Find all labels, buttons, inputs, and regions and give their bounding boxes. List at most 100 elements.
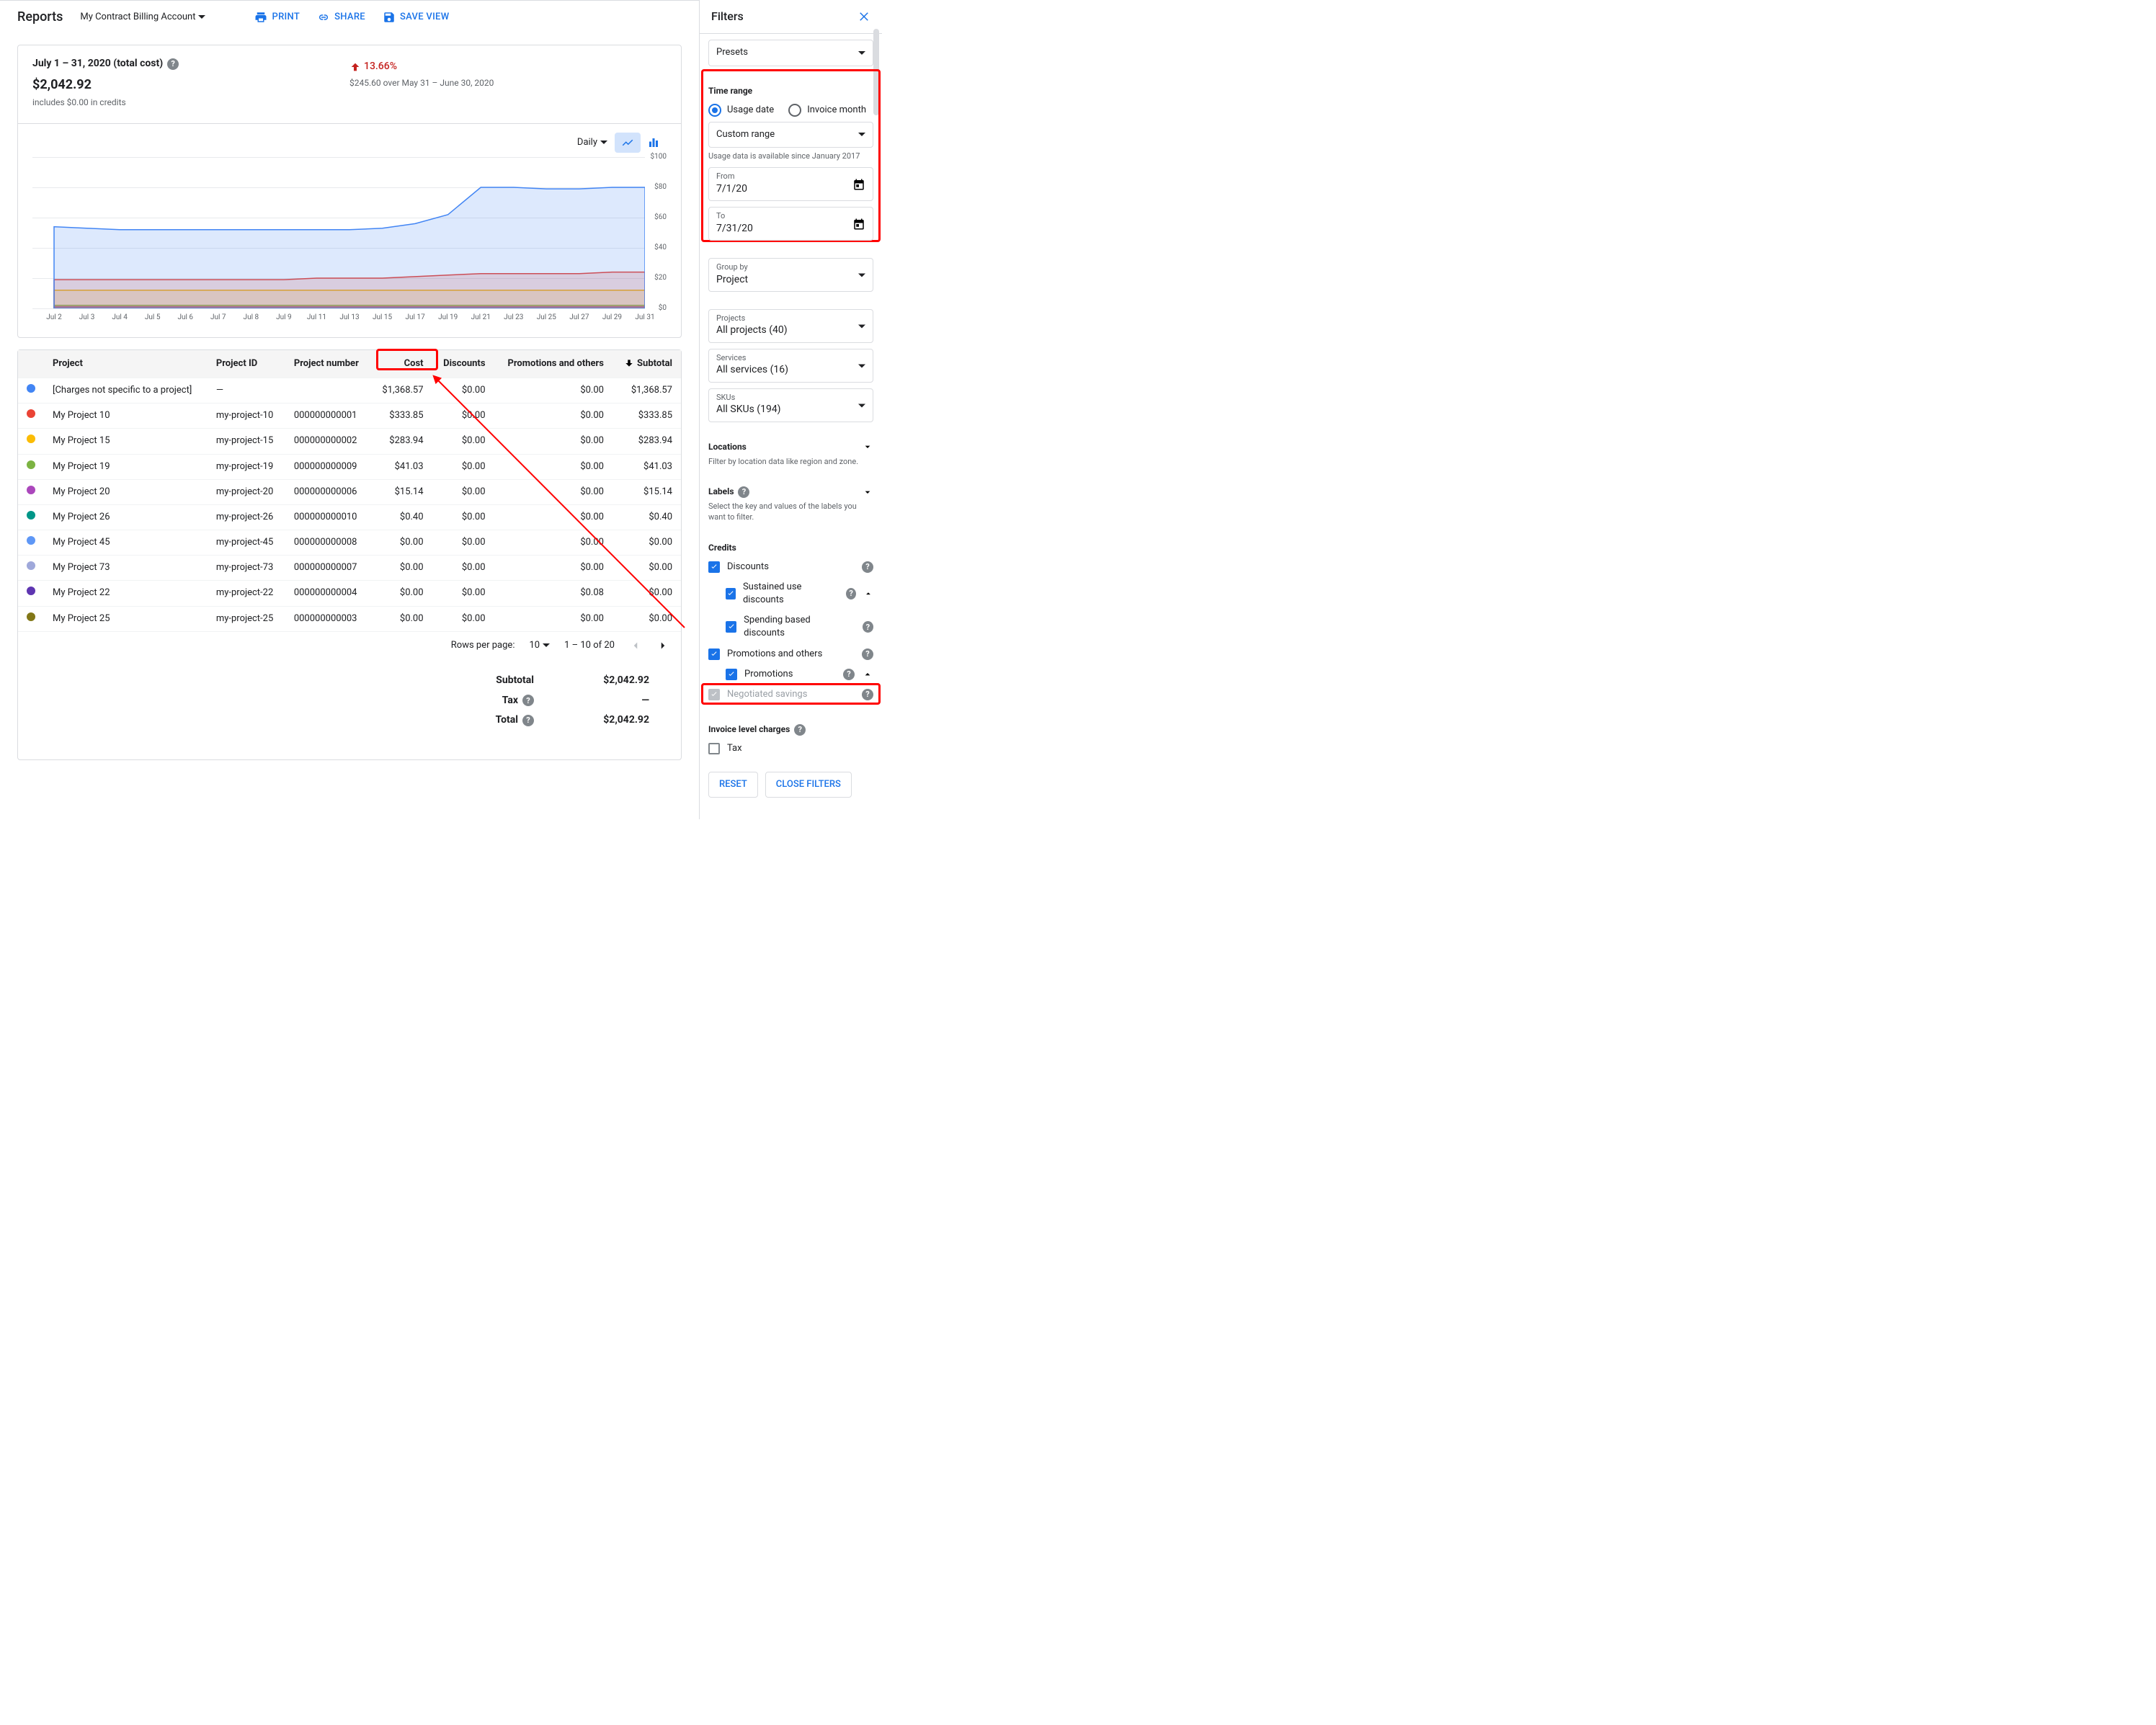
sbd-checkbox[interactable]: Spending based discounts ? bbox=[708, 610, 873, 643]
promotions-checkbox[interactable]: Promotions ? bbox=[708, 664, 873, 685]
page-title: Reports bbox=[17, 8, 63, 26]
services-dropdown[interactable]: Services All services (16) bbox=[708, 349, 873, 383]
locations-section[interactable]: Locations bbox=[708, 441, 873, 453]
line-chart-icon bbox=[621, 136, 634, 149]
col-promo[interactable]: Promotions and others bbox=[494, 350, 612, 378]
chevron-left-icon[interactable] bbox=[629, 639, 642, 652]
invoice-month-radio[interactable]: Invoice month bbox=[788, 104, 866, 117]
chevron-down-icon bbox=[862, 441, 873, 453]
summary-credits: includes $0.00 in credits bbox=[32, 97, 349, 109]
skus-dropdown[interactable]: SKUs All SKUs (194) bbox=[708, 388, 873, 422]
caret-down-icon bbox=[198, 15, 205, 19]
help-icon[interactable]: ? bbox=[843, 669, 855, 680]
link-icon bbox=[317, 11, 330, 24]
col-project[interactable]: Project bbox=[44, 350, 208, 378]
caret-down-icon bbox=[858, 364, 865, 367]
time-range-title: Time range bbox=[708, 85, 873, 97]
table-row[interactable]: My Project 26my-project-26000000000010$0… bbox=[18, 504, 681, 530]
checkbox-checked-icon bbox=[708, 561, 720, 573]
caret-down-icon bbox=[600, 141, 607, 144]
to-date-field[interactable]: To 7/31/20 bbox=[708, 207, 873, 241]
table-row[interactable]: My Project 20my-project-20000000000006$1… bbox=[18, 479, 681, 504]
share-button[interactable]: SHARE bbox=[317, 11, 365, 24]
chevron-up-icon[interactable] bbox=[862, 669, 873, 680]
col-cost[interactable]: Cost bbox=[371, 350, 432, 378]
help-icon[interactable]: ? bbox=[862, 689, 873, 700]
table-row[interactable]: [Charges not specific to a project]—$1,3… bbox=[18, 378, 681, 403]
line-chart-toggle[interactable] bbox=[615, 133, 641, 153]
from-date-field[interactable]: From 7/1/20 bbox=[708, 167, 873, 201]
checkbox-disabled-icon bbox=[708, 689, 720, 700]
caret-down-icon bbox=[858, 133, 865, 136]
promotions-others-checkbox[interactable]: Promotions and others ? bbox=[708, 644, 873, 664]
reset-button[interactable]: RESET bbox=[708, 772, 758, 798]
help-icon[interactable]: ? bbox=[863, 621, 873, 633]
help-icon[interactable]: ? bbox=[738, 486, 749, 498]
subtotal-value: $2,042.92 bbox=[577, 674, 649, 688]
save-view-button[interactable]: SAVE VIEW bbox=[383, 11, 450, 24]
table-row[interactable]: My Project 25my-project-25000000000003$0… bbox=[18, 606, 681, 631]
summary-range: July 1 – 31, 2020 (total cost)? bbox=[32, 57, 349, 71]
help-icon[interactable]: ? bbox=[167, 58, 179, 70]
tax-value: — bbox=[577, 694, 649, 708]
col-subtotal[interactable]: Subtotal bbox=[612, 350, 681, 378]
credits-title: Credits bbox=[708, 542, 873, 554]
col-project-id[interactable]: Project ID bbox=[208, 350, 285, 378]
table-row[interactable]: My Project 19my-project-19000000000009$4… bbox=[18, 454, 681, 479]
presets-dropdown[interactable]: Presets bbox=[708, 40, 873, 66]
table-row[interactable]: My Project 73my-project-73000000000007$0… bbox=[18, 556, 681, 581]
caret-down-icon bbox=[543, 643, 550, 647]
radio-checked-icon bbox=[708, 104, 721, 117]
help-icon[interactable]: ? bbox=[522, 695, 534, 706]
caret-down-icon bbox=[858, 324, 865, 328]
help-icon[interactable]: ? bbox=[862, 648, 873, 660]
calendar-icon bbox=[852, 218, 865, 231]
table-row[interactable]: My Project 15my-project-15000000000002$2… bbox=[18, 429, 681, 454]
subtotal-label: Subtotal bbox=[476, 674, 534, 688]
tax-checkbox[interactable]: Tax bbox=[708, 739, 873, 759]
total-label: Total? bbox=[476, 713, 534, 728]
projects-dropdown[interactable]: Projects All projects (40) bbox=[708, 309, 873, 343]
print-icon bbox=[254, 11, 267, 24]
col-discounts[interactable]: Discounts bbox=[432, 350, 494, 378]
close-icon[interactable] bbox=[858, 10, 870, 23]
checkbox-checked-icon bbox=[726, 621, 736, 633]
negotiated-savings-checkbox: Negotiated savings ? bbox=[708, 685, 873, 705]
checkbox-unchecked-icon bbox=[708, 743, 720, 754]
discounts-checkbox[interactable]: Discounts ? bbox=[708, 557, 873, 577]
checkbox-checked-icon bbox=[726, 588, 736, 599]
bar-chart-icon bbox=[647, 136, 660, 149]
filters-title: Filters bbox=[711, 9, 744, 24]
table-row[interactable]: My Project 45my-project-45000000000008$0… bbox=[18, 530, 681, 556]
summary-total: $2,042.92 bbox=[32, 76, 349, 94]
table-row[interactable]: My Project 22my-project-22000000000004$0… bbox=[18, 581, 681, 606]
usage-date-radio[interactable]: Usage date bbox=[708, 104, 774, 117]
help-icon[interactable]: ? bbox=[522, 715, 534, 726]
print-button[interactable]: PRINT bbox=[254, 11, 300, 24]
help-icon[interactable]: ? bbox=[846, 588, 856, 599]
close-filters-button[interactable]: CLOSE FILTERS bbox=[765, 772, 852, 798]
billing-account-picker[interactable]: My Contract Billing Account bbox=[80, 11, 205, 24]
rows-per-page-picker[interactable]: 10 bbox=[529, 639, 550, 652]
help-icon[interactable]: ? bbox=[862, 561, 873, 573]
cost-table: ProjectProject IDProject numberCostDisco… bbox=[17, 349, 682, 760]
table-row[interactable]: My Project 10my-project-10000000000001$3… bbox=[18, 404, 681, 429]
caret-down-icon bbox=[858, 51, 865, 55]
caret-down-icon bbox=[858, 404, 865, 407]
delta-percent: 13.66% bbox=[349, 60, 667, 74]
invoice-charges-title: Invoice level charges? bbox=[708, 723, 873, 736]
chevron-up-icon[interactable] bbox=[863, 588, 873, 599]
sud-checkbox[interactable]: Sustained use discounts ? bbox=[708, 577, 873, 610]
rows-per-page-label: Rows per page: bbox=[451, 639, 515, 652]
granularity-picker[interactable]: Daily bbox=[577, 136, 607, 149]
usage-hint: Usage data is available since January 20… bbox=[708, 151, 873, 161]
labels-section[interactable]: Labels? bbox=[708, 486, 873, 498]
range-mode-dropdown[interactable]: Custom range bbox=[708, 122, 873, 148]
help-icon[interactable]: ? bbox=[794, 724, 806, 736]
group-by-dropdown[interactable]: Group by Project bbox=[708, 258, 873, 292]
chevron-right-icon[interactable] bbox=[656, 639, 669, 652]
bar-chart-toggle[interactable] bbox=[641, 133, 667, 153]
checkbox-checked-icon bbox=[726, 669, 737, 680]
caret-down-icon bbox=[858, 273, 865, 277]
col-project-number[interactable]: Project number bbox=[285, 350, 371, 378]
